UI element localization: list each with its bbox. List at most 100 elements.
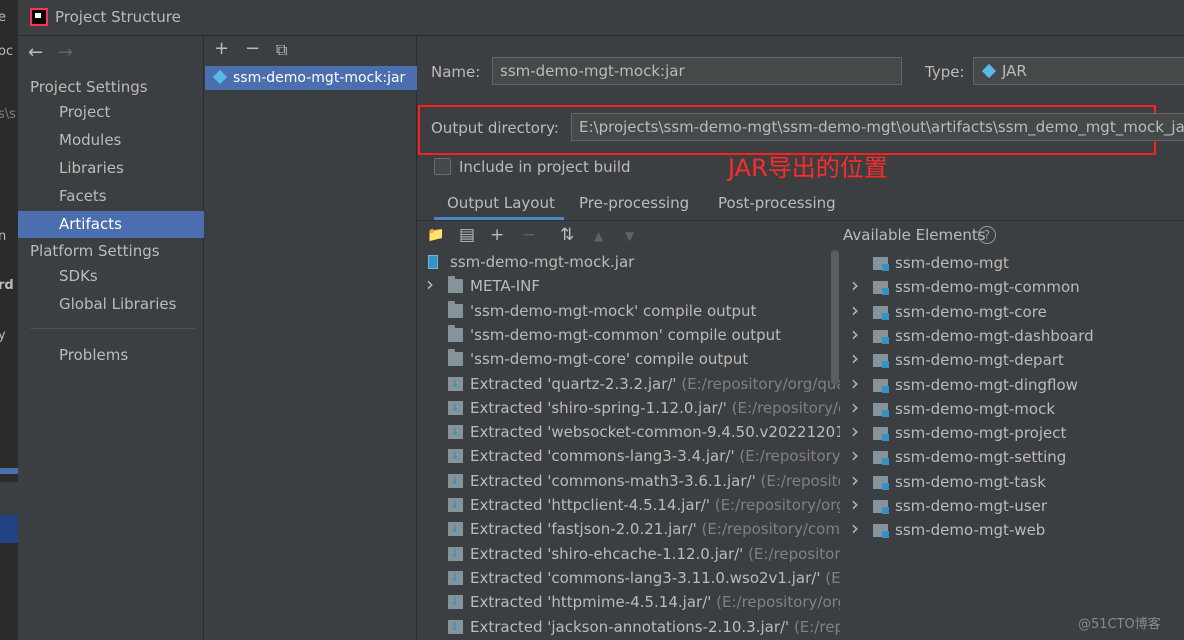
add-copy-icon[interactable]: + [490, 225, 504, 245]
output-layout-row[interactable]: Extracted 'shiro-ehcache-1.12.0.jar/' (E… [418, 542, 840, 566]
expand-chevron-icon[interactable]: › [851, 371, 859, 395]
output-layout-row[interactable]: Extracted 'shiro-spring-1.12.0.jar/' (E:… [418, 396, 840, 420]
back-arrow-icon[interactable]: ← [28, 42, 43, 63]
bg-fragment: n [0, 229, 7, 244]
output-layout-row[interactable]: › META-INF [418, 272, 840, 298]
available-element-label: ssm-demo-mgt-dingflow [895, 375, 1078, 394]
available-element-item[interactable]: › ssm-demo-mgt-task [843, 468, 1183, 494]
available-element-item[interactable]: › ssm-demo-mgt-dingflow [843, 371, 1183, 397]
output-layout-row-path: (E:/repository/or [739, 447, 840, 466]
available-element-item[interactable]: › ssm-demo-mgt-core [843, 298, 1183, 324]
nav-item-project[interactable]: Project [18, 99, 204, 126]
bg-band-selected [0, 515, 18, 543]
available-element-item[interactable]: › ssm-demo-mgt-project [843, 419, 1183, 445]
copy-artifact-button[interactable]: ⧉ [276, 40, 287, 60]
expand-chevron-icon[interactable]: › [851, 395, 859, 419]
background-ide-strip: e oc s\s n rd y [0, 0, 18, 640]
artifact-item-label: ssm-demo-mgt-mock:jar [233, 70, 406, 86]
available-element-item[interactable]: › ssm-demo-mgt-user [843, 492, 1183, 518]
output-layout-row[interactable]: 'ssm-demo-mgt-common' compile output [418, 323, 840, 347]
tab-post-processing[interactable]: Post-processing [718, 194, 836, 212]
artifacts-list-panel: + − ⧉ ssm-demo-mgt-mock:jar [205, 36, 417, 640]
move-up-icon[interactable]: ▲ [594, 229, 603, 243]
tab-pre-processing[interactable]: Pre-processing [579, 194, 689, 212]
bg-fragment: s\s [0, 107, 16, 122]
nav-item-modules[interactable]: Modules [18, 127, 204, 154]
type-select[interactable]: JAR [973, 57, 1184, 85]
available-element-item[interactable]: › ssm-demo-mgt-dashboard [843, 322, 1183, 348]
expand-chevron-icon[interactable]: › [851, 492, 859, 516]
extracted-archive-icon [448, 444, 463, 468]
include-in-build-checkbox[interactable] [434, 158, 451, 175]
folder-icon [448, 300, 463, 318]
expand-chevron-icon[interactable]: › [851, 468, 859, 492]
tab-output-layout[interactable]: Output Layout [447, 194, 555, 212]
expand-chevron-icon[interactable]: › [851, 322, 859, 346]
output-layout-row[interactable]: Extracted 'httpmime-4.5.14.jar/' (E:/rep… [418, 590, 840, 614]
available-element-item[interactable]: › ssm-demo-mgt-setting [843, 443, 1183, 469]
nav-item-sdks[interactable]: SDKs [18, 263, 204, 290]
output-layout-row-path: (E:/repository/org/a [714, 496, 840, 514]
available-element-label: ssm-demo-mgt-depart [895, 351, 1064, 370]
output-layout-row[interactable]: Extracted 'commons-lang3-3.11.0.wso2v1.j… [418, 566, 840, 590]
output-layout-row[interactable]: 'ssm-demo-mgt-mock' compile output [418, 299, 840, 323]
add-artifact-button[interactable]: + [214, 38, 229, 59]
move-down-icon[interactable]: ▼ [625, 229, 634, 243]
expand-chevron-icon[interactable]: › [851, 273, 859, 297]
extracted-archive-icon [448, 469, 463, 493]
sort-icon[interactable]: ⇅ [560, 225, 574, 245]
output-layout-row-path: (E:/repository/o [748, 544, 840, 563]
output-layout-row[interactable]: 'ssm-demo-mgt-core' compile output [418, 347, 840, 371]
output-layout-scrollbar[interactable] [831, 250, 839, 385]
output-directory-field[interactable]: E:\projects\ssm-demo-mgt\ssm-demo-mgt\ou… [571, 113, 1184, 141]
output-layout-row[interactable]: Extracted 'commons-lang3-3.4.jar/' (E:/r… [418, 444, 840, 468]
folder-icon [448, 349, 463, 367]
expand-chevron-icon[interactable]: › [851, 419, 859, 443]
output-layout-row[interactable]: Extracted 'fastjson-2.0.21.jar/' (E:/rep… [418, 517, 840, 541]
expand-chevron-icon[interactable]: › [851, 516, 859, 540]
folder-icon [448, 324, 463, 342]
output-layout-row[interactable]: Extracted 'websocket-common-9.4.50.v2022… [418, 420, 840, 444]
module-icon [873, 257, 889, 271]
available-element-item[interactable]: › ssm-demo-mgt-common [843, 273, 1183, 299]
artifact-list-item[interactable]: ssm-demo-mgt-mock:jar [205, 66, 417, 90]
nav-item-facets[interactable]: Facets [18, 183, 204, 210]
available-element-item[interactable]: › ssm-demo-mgt-web [843, 516, 1183, 542]
forward-arrow-icon[interactable]: → [58, 42, 73, 63]
expand-chevron-icon[interactable]: › [851, 298, 859, 322]
type-value: JAR [1002, 62, 1027, 80]
help-icon[interactable]: ? [978, 226, 996, 244]
available-element-item[interactable]: › ssm-demo-mgt-depart [843, 346, 1183, 372]
nav-item-libraries[interactable]: Libraries [18, 155, 204, 182]
output-layout-row-path: (E:/re [825, 568, 840, 587]
nav-item-global-libraries[interactable]: Global Libraries [18, 291, 204, 318]
nav-item-artifacts[interactable]: Artifacts [18, 211, 204, 238]
output-layout-row[interactable]: Extracted 'commons-math3-3.6.1.jar/' (E:… [418, 469, 840, 493]
output-layout-row-label: META-INF [470, 277, 541, 296]
create-archive-icon[interactable]: ▤ [459, 225, 475, 245]
name-field[interactable]: ssm-demo-mgt-mock:jar [492, 57, 902, 85]
output-layout-row[interactable]: Extracted 'quartz-2.3.2.jar/' (E:/reposi… [418, 372, 840, 396]
available-element-item[interactable]: › ssm-demo-mgt-mock [843, 395, 1183, 421]
title-bar: Project Structure [18, 0, 1184, 36]
output-layout-row-label: Extracted 'shiro-spring-1.12.0.jar/' (E:… [470, 396, 840, 420]
extracted-archive-icon [448, 493, 463, 517]
type-label: Type: [925, 63, 965, 81]
output-layout-row-label: Extracted 'shiro-ehcache-1.12.0.jar/' (E… [470, 542, 840, 566]
output-layout-row-label: 'ssm-demo-mgt-core' compile output [470, 350, 749, 369]
output-layout-row[interactable]: Extracted 'httpclient-4.5.14.jar/' (E:/r… [418, 493, 840, 517]
output-layout-row-path: (E:/repository/ [760, 471, 840, 490]
nav-item-problems[interactable]: Problems [18, 342, 204, 369]
output-layout-row-label: 'ssm-demo-mgt-common' compile output [470, 325, 782, 344]
output-layout-row[interactable]: Extracted 'jackson-annotations-2.10.3.ja… [418, 615, 840, 639]
remove-artifact-button[interactable]: − [245, 38, 260, 59]
new-directory-icon[interactable]: 📁 [427, 227, 444, 243]
available-element-label: ssm-demo-mgt [895, 254, 1009, 272]
expand-chevron-icon[interactable]: › [426, 272, 434, 296]
available-element-item[interactable]: ssm-demo-mgt [843, 251, 1183, 275]
expand-chevron-icon[interactable]: › [851, 443, 859, 467]
output-layout-row[interactable]: ssm-demo-mgt-mock.jar [418, 250, 840, 274]
remove-element-icon[interactable]: − [522, 225, 536, 245]
expand-chevron-icon[interactable]: › [851, 346, 859, 370]
jar-type-icon [981, 63, 997, 79]
